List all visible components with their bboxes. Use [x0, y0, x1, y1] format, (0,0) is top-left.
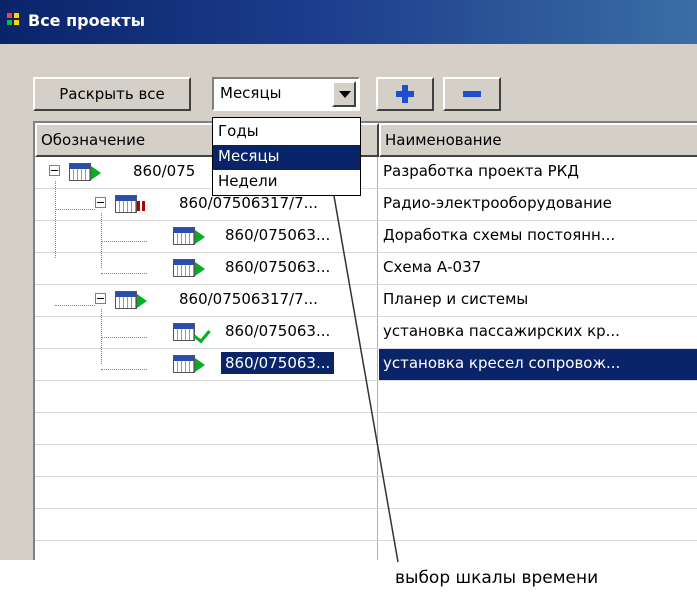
callout-label: выбор шкалы времени [395, 568, 599, 588]
callout-leader-line [333, 195, 399, 563]
